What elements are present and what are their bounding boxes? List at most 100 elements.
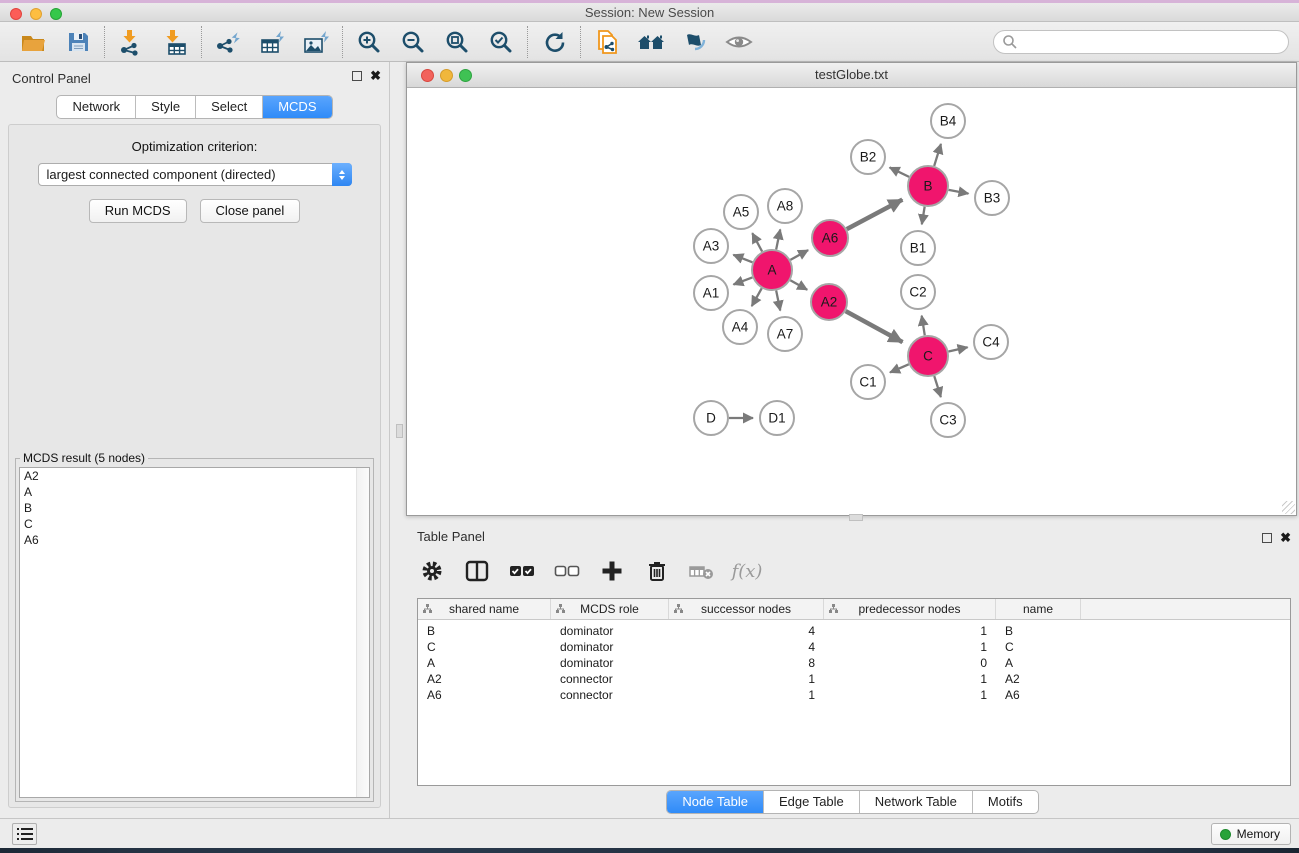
zoom-window-button[interactable]: [50, 8, 62, 20]
zoom-selected-icon[interactable]: [484, 25, 518, 59]
edge-C-C1[interactable]: [890, 364, 909, 372]
edge-A-A2[interactable]: [790, 280, 807, 289]
task-history-button[interactable]: [12, 823, 37, 845]
float-panel-icon[interactable]: [352, 71, 362, 81]
close-window-button[interactable]: [10, 8, 22, 20]
edge-A-A1[interactable]: [733, 277, 752, 284]
search-field[interactable]: [993, 30, 1289, 54]
tab-node-table[interactable]: Node Table: [667, 791, 764, 813]
zoom-in-icon[interactable]: [352, 25, 386, 59]
refresh-layout-icon[interactable]: [537, 25, 571, 59]
save-icon[interactable]: [61, 25, 95, 59]
edge-C-C4[interactable]: [948, 347, 967, 351]
home-pages-icon[interactable]: [634, 25, 668, 59]
import-table-icon[interactable]: [158, 25, 192, 59]
node-A3[interactable]: A3: [694, 229, 728, 263]
tab-motifs[interactable]: Motifs: [973, 791, 1038, 813]
eye-icon[interactable]: [722, 25, 756, 59]
result-item[interactable]: A2: [20, 468, 369, 484]
node-B4[interactable]: B4: [931, 104, 965, 138]
result-item[interactable]: A: [20, 484, 369, 500]
column-header-name[interactable]: name: [996, 599, 1081, 619]
node-A2[interactable]: A2: [811, 284, 847, 320]
node-A6[interactable]: A6: [812, 220, 848, 256]
tab-style[interactable]: Style: [136, 96, 196, 118]
tab-network[interactable]: Network: [57, 96, 136, 118]
column-layout-icon[interactable]: [462, 556, 492, 586]
minimize-window-button[interactable]: [440, 69, 453, 82]
horizontal-splitter-handle[interactable]: [849, 514, 863, 521]
tab-select[interactable]: Select: [196, 96, 263, 118]
select-all-icon[interactable]: [507, 556, 537, 586]
node-D[interactable]: D: [694, 401, 728, 435]
edge-A6-B[interactable]: [847, 200, 903, 230]
edge-C-C2[interactable]: [922, 316, 925, 336]
close-panel-icon[interactable]: ✖: [1280, 533, 1291, 543]
result-item[interactable]: A6: [20, 532, 369, 548]
add-column-icon[interactable]: [597, 556, 627, 586]
node-C1[interactable]: C1: [851, 365, 885, 399]
edge-A-A5[interactable]: [752, 233, 762, 251]
edge-B-B1[interactable]: [922, 207, 925, 225]
table-row[interactable]: Cdominator41C: [418, 639, 1290, 655]
node-C2[interactable]: C2: [901, 275, 935, 309]
edge-A-A8[interactable]: [776, 230, 780, 250]
close-panel-button[interactable]: Close panel: [200, 199, 301, 223]
table-row[interactable]: A6connector11A6: [418, 687, 1290, 703]
node-C3[interactable]: C3: [931, 403, 965, 437]
float-panel-icon[interactable]: [1262, 533, 1272, 543]
resize-grip-icon[interactable]: [1282, 501, 1295, 514]
node-B3[interactable]: B3: [975, 181, 1009, 215]
result-item[interactable]: C: [20, 516, 369, 532]
edge-B-B2[interactable]: [890, 167, 909, 176]
node-D1[interactable]: D1: [760, 401, 794, 435]
node-A1[interactable]: A1: [694, 276, 728, 310]
search-input[interactable]: [1018, 35, 1268, 50]
tab-network-table[interactable]: Network Table: [860, 791, 973, 813]
edge-A-A3[interactable]: [733, 255, 752, 263]
zoom-out-icon[interactable]: [396, 25, 430, 59]
edge-A-A6[interactable]: [790, 250, 808, 260]
column-header-successor-nodes[interactable]: successor nodes: [669, 599, 824, 619]
column-header-shared-name[interactable]: shared name: [418, 599, 551, 619]
edge-C-C3[interactable]: [934, 376, 941, 397]
network-canvas[interactable]: B4B2BB3A8A5A6A3B1AA1C2A2A4A7C4CC1C3DD1: [407, 88, 1296, 515]
node-B1[interactable]: B1: [901, 231, 935, 265]
column-header-MCDS-role[interactable]: MCDS role: [551, 599, 669, 619]
minimize-window-button[interactable]: [30, 8, 42, 20]
run-mcds-button[interactable]: Run MCDS: [89, 199, 187, 223]
node-A5[interactable]: A5: [724, 195, 758, 229]
table-row[interactable]: Bdominator41B: [418, 623, 1290, 639]
scrollbar[interactable]: [356, 468, 369, 797]
vizmap-flag-icon[interactable]: [678, 25, 712, 59]
node-B2[interactable]: B2: [851, 140, 885, 174]
zoom-fit-icon[interactable]: [440, 25, 474, 59]
delete-column-icon[interactable]: [642, 556, 672, 586]
open-folder-icon[interactable]: [17, 25, 51, 59]
zoom-window-button[interactable]: [459, 69, 472, 82]
export-table-icon[interactable]: [255, 25, 289, 59]
edge-A-A4[interactable]: [752, 288, 762, 306]
mcds-result-list[interactable]: A2ABCA6: [19, 467, 370, 798]
vertical-splitter-handle[interactable]: [396, 424, 403, 438]
tab-mcds[interactable]: MCDS: [263, 96, 331, 118]
node-C4[interactable]: C4: [974, 325, 1008, 359]
node-B[interactable]: B: [908, 166, 948, 206]
memory-button[interactable]: Memory: [1211, 823, 1291, 845]
table-row[interactable]: A2connector11A2: [418, 671, 1290, 687]
gear-icon[interactable]: [417, 556, 447, 586]
criterion-dropdown[interactable]: largest connected component (directed): [38, 163, 352, 186]
edge-B-B3[interactable]: [949, 190, 969, 194]
edge-A-A7[interactable]: [776, 291, 780, 311]
table-row[interactable]: Adominator80A: [418, 655, 1290, 671]
node-table[interactable]: shared nameMCDS rolesuccessor nodesprede…: [417, 598, 1291, 786]
export-network-icon[interactable]: [211, 25, 245, 59]
node-A4[interactable]: A4: [723, 310, 757, 344]
edge-B-B4[interactable]: [934, 144, 941, 166]
tab-edge-table[interactable]: Edge Table: [764, 791, 860, 813]
column-header-predecessor-nodes[interactable]: predecessor nodes: [824, 599, 996, 619]
deselect-all-icon[interactable]: [552, 556, 582, 586]
close-panel-icon[interactable]: ✖: [370, 71, 381, 81]
node-A7[interactable]: A7: [768, 317, 802, 351]
node-A[interactable]: A: [752, 250, 792, 290]
